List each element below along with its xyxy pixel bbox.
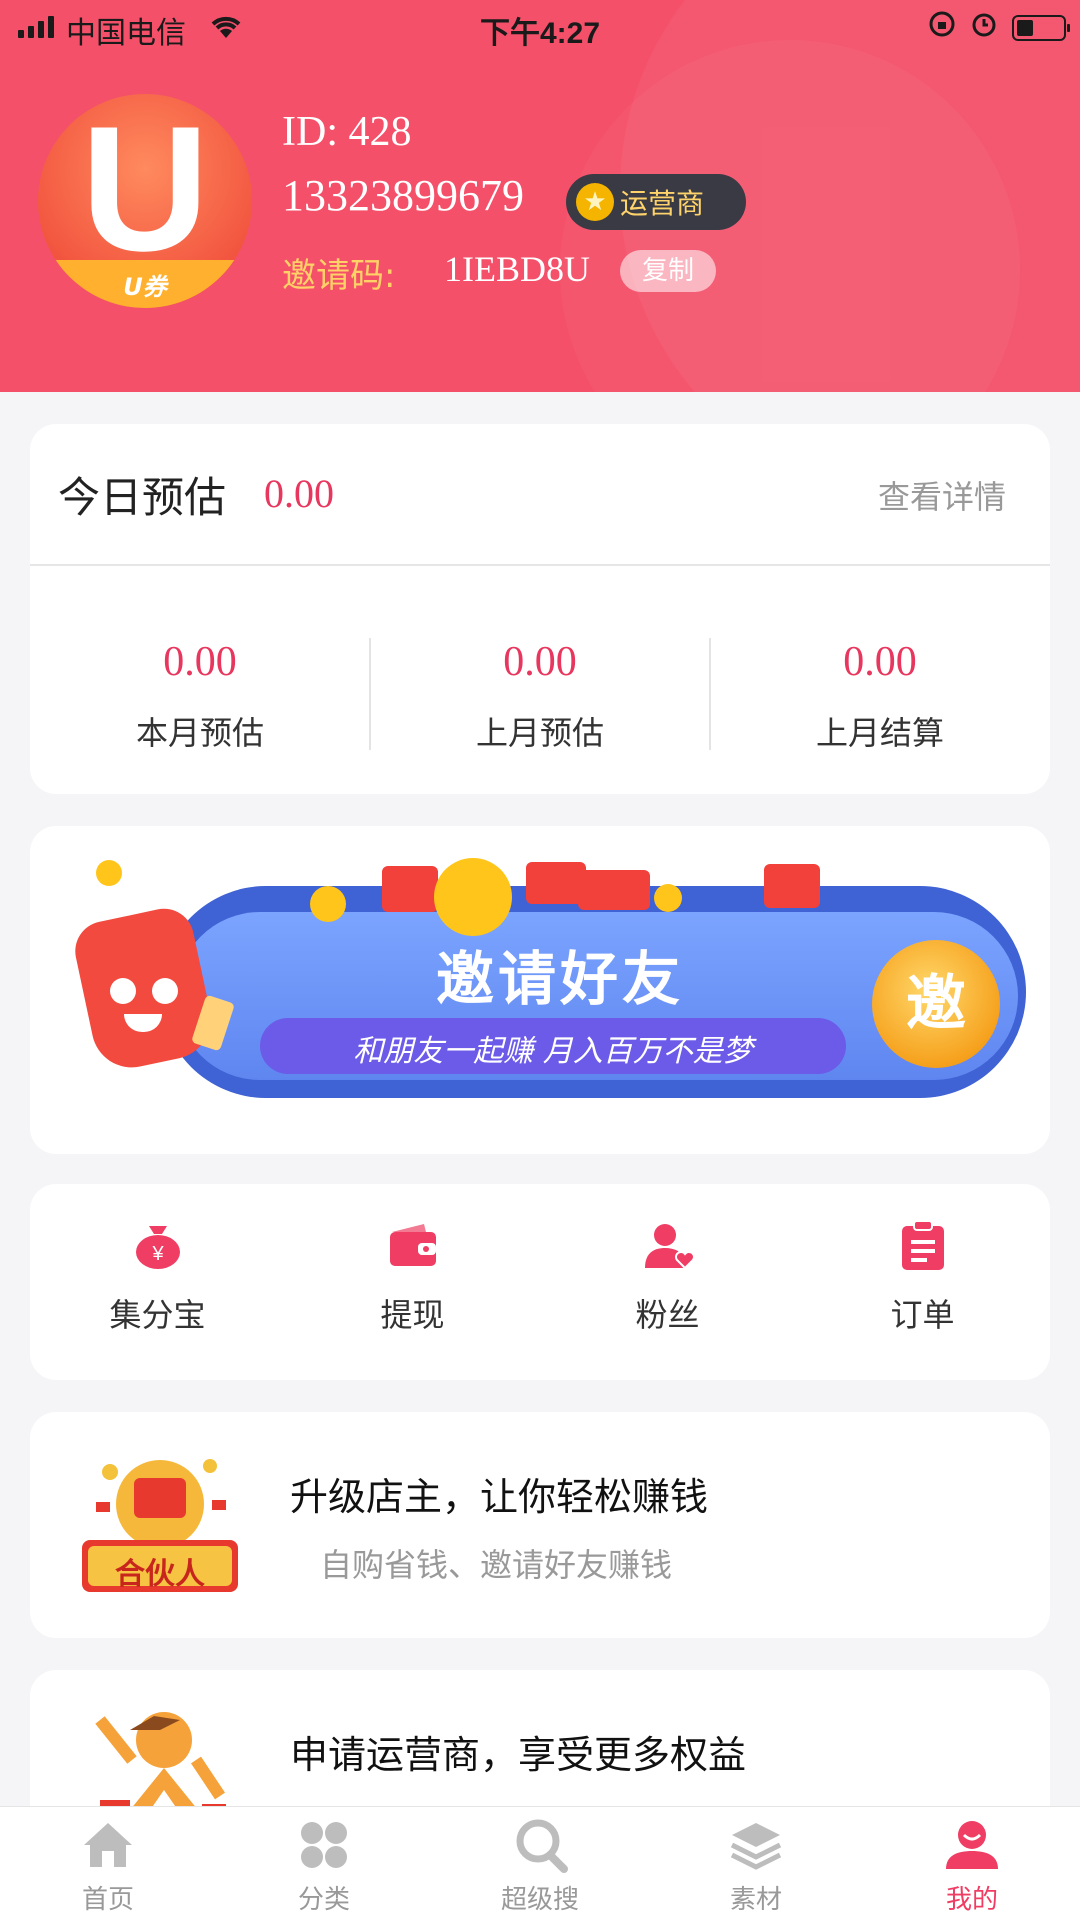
profile-header: 中国电信 下午4:27 U U券 ID: 428 13323899679 ★ 运… [0, 0, 1080, 392]
tab-label: 超级搜 [500, 1885, 579, 1915]
status-bar: 中国电信 下午4:27 [0, 0, 1080, 54]
money-bag-icon: ¥ [131, 1218, 185, 1272]
menu-item-label: 提现 [380, 1296, 445, 1334]
invite-code-value: 1IEBD8U [444, 249, 590, 289]
category-icon [296, 1817, 352, 1873]
menu-item-label: 订单 [890, 1296, 955, 1334]
fans-icon [641, 1218, 695, 1272]
svg-text:¥: ¥ [151, 1243, 164, 1265]
promo-title: 升级店主，让你轻松赚钱 [290, 1475, 709, 1519]
order-clipboard-icon [896, 1218, 950, 1272]
stat-this-month[interactable]: 0.00 本月预估 [30, 638, 370, 754]
menu-item-orders[interactable]: 订单 [795, 1218, 1050, 1336]
user-phone: 13323899679 [282, 171, 524, 220]
coin-decoration [654, 884, 682, 912]
copy-button[interactable]: 复制 [620, 250, 716, 292]
tab-home[interactable]: 首页 [0, 1817, 216, 1916]
battery-icon [1012, 15, 1070, 41]
stat-label: 上月结算 [815, 714, 944, 752]
avatar-logo-text: U券 [123, 273, 167, 301]
tab-category[interactable]: 分类 [216, 1817, 432, 1916]
menu-item-jifenbao[interactable]: ¥ 集分宝 [30, 1218, 285, 1336]
divider [30, 564, 1050, 566]
avatar-logo-letter: U [80, 94, 210, 288]
menu-item-label: 集分宝 [109, 1296, 206, 1334]
star-icon: ★ [576, 183, 614, 221]
today-estimate-value: 0.00 [264, 471, 334, 516]
role-badge: ★ 运营商 [566, 174, 746, 230]
promo-subtitle: 自购省钱、邀请好友赚钱 [320, 1546, 673, 1584]
home-icon [80, 1817, 136, 1873]
partner-badge-image: 合伙人 [70, 1442, 250, 1612]
tab-super-search[interactable]: 超级搜 [432, 1817, 648, 1916]
profile-icon [944, 1817, 1000, 1873]
stat-last-month[interactable]: 0.00 上月预估 [370, 638, 710, 754]
coin-decoration [310, 886, 346, 922]
stat-value: 0.00 [163, 639, 237, 685]
view-details-link[interactable]: 查看详情 [878, 472, 1006, 518]
tab-label: 我的 [945, 1885, 998, 1915]
tab-mine[interactable]: 我的 [864, 1817, 1080, 1916]
tab-label: 素材 [729, 1885, 782, 1915]
invite-code-label: 邀请码: [282, 256, 396, 296]
partner-badge-text: 合伙人 [115, 1557, 205, 1592]
menu-item-fans[interactable]: 粉丝 [540, 1218, 795, 1336]
clock: 下午4:27 [479, 17, 601, 50]
red-packet-decoration [578, 870, 650, 910]
tab-label: 分类 [297, 1885, 350, 1915]
stat-label: 本月预估 [135, 714, 264, 752]
stat-value: 0.00 [503, 639, 577, 685]
menu-item-withdraw[interactable]: 提现 [285, 1218, 540, 1336]
red-packet-decoration [764, 864, 820, 908]
coin-decoration [96, 860, 122, 886]
alarm-icon [970, 10, 998, 46]
promo-title: 申请运营商，享受更多权益 [290, 1733, 747, 1777]
stat-label: 上月预估 [475, 714, 604, 752]
invite-friends-banner[interactable]: 邀请好友 和朋友一起赚 月入百万不是梦 邀 [30, 826, 1050, 1154]
quick-menu: ¥ 集分宝 提现 粉丝 订单 [30, 1184, 1050, 1380]
banner-subtitle: 和朋友一起赚 月入百万不是梦 [353, 1034, 753, 1069]
today-estimate-label: 今日预估 [58, 473, 227, 522]
red-packet-decoration [382, 866, 438, 912]
role-badge-label: 运营商 [620, 187, 705, 220]
avatar[interactable]: U U券 [38, 94, 252, 308]
red-packet-mascot-icon [69, 896, 238, 1092]
red-packet-decoration [526, 862, 586, 904]
stat-value: 0.00 [843, 639, 917, 685]
layers-icon [728, 1817, 784, 1873]
wallet-icon [386, 1218, 440, 1272]
menu-item-label: 粉丝 [635, 1296, 700, 1334]
bottom-tab-bar: 首页 分类 超级搜 素材 我的 [0, 1806, 1080, 1920]
tab-materials[interactable]: 素材 [648, 1817, 864, 1916]
tab-label: 首页 [81, 1885, 134, 1915]
search-icon [512, 1817, 568, 1873]
stat-last-month-settled[interactable]: 0.00 上月结算 [710, 638, 1050, 754]
rotation-lock-icon [928, 10, 956, 46]
earnings-card: 今日预估 0.00 查看详情 0.00 本月预估 0.00 上月预估 0.00 … [30, 424, 1050, 794]
user-id: ID: 428 [282, 109, 412, 155]
coin-decoration [434, 858, 512, 936]
upgrade-shopkeeper-card[interactable]: 合伙人 升级店主，让你轻松赚钱 自购省钱、邀请好友赚钱 [30, 1412, 1050, 1638]
invite-button[interactable]: 邀 [872, 940, 1000, 1068]
